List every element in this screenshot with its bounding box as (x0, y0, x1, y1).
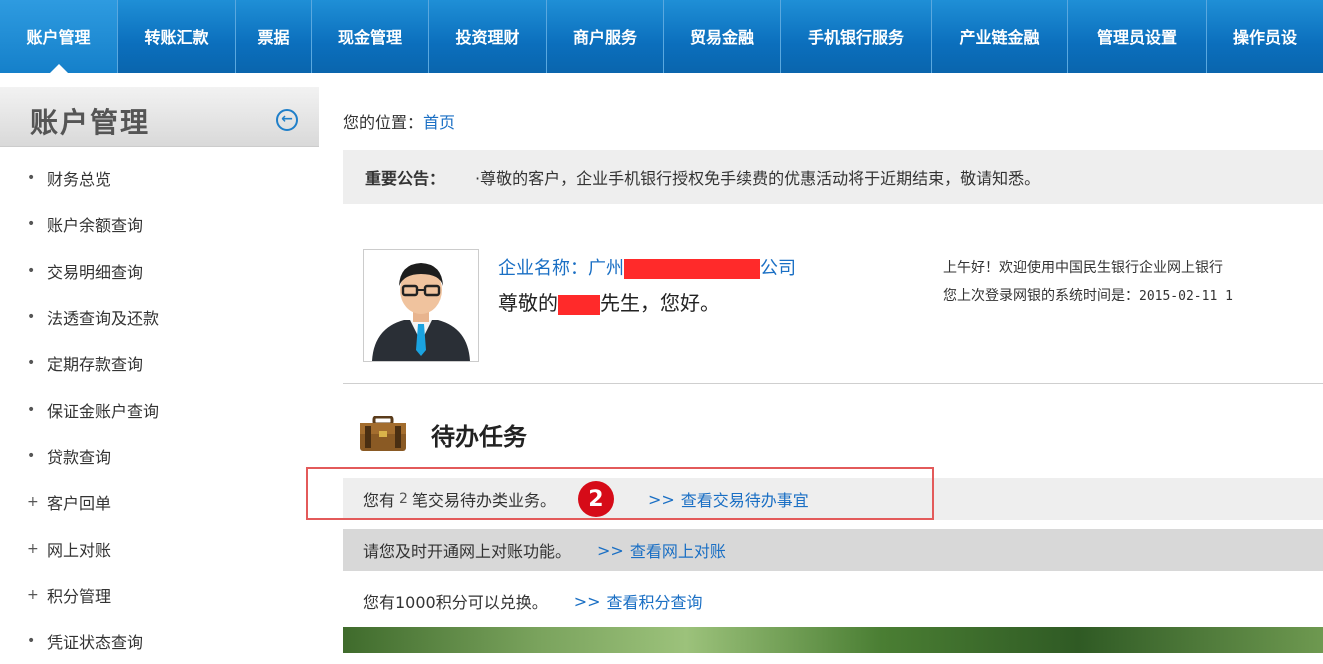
breadcrumb-home-link[interactable]: 首页 (423, 113, 455, 132)
bullet-icon: • (27, 309, 36, 326)
todo-text: 请您及时开通网上对账功能。 (363, 542, 572, 561)
tab-investment[interactable]: 投资理财 (429, 0, 547, 73)
bullet-icon: • (27, 355, 36, 372)
tab-label: 操作员设 (1232, 28, 1297, 47)
welcome-line: 上午好！欢迎使用中国民生银行企业网上银行 (943, 260, 1223, 276)
sidebar-item-points-management[interactable]: + 积分管理 (0, 572, 319, 618)
expand-icon: + (27, 540, 39, 557)
sidebar-item-finance-overview[interactable]: • 财务总览 (0, 155, 319, 201)
last-login-line: 您上次登录网银的系统时间是：2015-02-11 1 (943, 282, 1233, 311)
sidebar-item-label: 网上对账 (47, 540, 112, 560)
last-login-time: 2015-02-11 1 (1139, 289, 1233, 304)
expand-icon: + (27, 494, 39, 511)
tab-account-management[interactable]: 账户管理 (0, 0, 118, 73)
tab-mobile-banking[interactable]: 手机银行服务 (781, 0, 932, 73)
sidebar-item-loan-query[interactable]: • 贷款查询 (0, 433, 319, 479)
tab-label: 管理员设置 (1096, 28, 1177, 47)
sidebar-item-label: 客户回单 (47, 494, 112, 514)
tab-label: 票据 (257, 28, 290, 47)
tab-merchant-service[interactable]: 商户服务 (547, 0, 664, 73)
sidebar-title: 账户管理 (30, 106, 151, 139)
sidebar-item-label: 定期存款查询 (47, 355, 144, 375)
last-login-label: 您上次登录网银的系统时间是： (943, 288, 1139, 304)
announcement-text[interactable]: ·尊敬的客户，企业手机银行授权免手续费的优惠活动将于近期结束，敬请知悉。 (475, 165, 1040, 189)
todo-title: 待办任务 (431, 421, 527, 451)
todo-row-points: 您有1000积分可以兑换。 >> 查看积分查询 (343, 580, 1323, 622)
bullet-icon: • (27, 633, 36, 650)
sidebar-item-online-reconciliation[interactable]: + 网上对账 (0, 525, 319, 571)
sidebar-menu: • 财务总览 • 账户余额查询 • 交易明细查询 • 法透查询及还款 • 定期存款查询 •… (0, 155, 319, 664)
sidebar-item-fixed-deposit[interactable]: • 定期存款查询 (0, 340, 319, 386)
bullet-icon: • (27, 401, 36, 418)
view-reconciliation-link[interactable]: 查看网上对账 (630, 538, 726, 562)
announcement-label: 重要公告： (365, 169, 446, 188)
avatar (363, 249, 479, 362)
tab-label: 转账汇款 (144, 28, 209, 47)
annotation-highlight-box (306, 467, 934, 520)
sidebar-item-label: 积分管理 (47, 586, 112, 606)
bullet-icon: • (27, 216, 36, 233)
todo-row-reconciliation: 请您及时开通网上对账功能。 >> 查看网上对账 (343, 529, 1323, 571)
greeting-suffix: 先生，您好。 (600, 291, 720, 315)
sidebar-item-label: 保证金账户查询 (47, 401, 160, 421)
sidebar-item-overdraft[interactable]: • 法透查询及还款 (0, 294, 319, 340)
main-content: 您的位置：首页 重要公告： ·尊敬的客户，企业手机银行授权免手续费的优惠活动将于… (343, 73, 1323, 653)
greeting-prefix: 尊敬的 (498, 291, 558, 315)
expand-icon: + (27, 586, 39, 603)
tab-bills[interactable]: 票据 (236, 0, 312, 73)
redaction-mark (558, 294, 600, 315)
sidebar: 账户管理 ← • 财务总览 • 账户余额查询 • 交易明细查询 • 法透查询及还款 • 定… (0, 73, 319, 653)
businessman-avatar-icon (364, 250, 478, 361)
sidebar-item-label: 凭证状态查询 (47, 633, 144, 653)
sidebar-item-transaction-details[interactable]: • 交易明细查询 (0, 248, 319, 294)
tab-label: 现金管理 (337, 28, 402, 47)
sidebar-item-label: 财务总览 (47, 170, 112, 190)
breadcrumb-prefix: 您的位置： (343, 113, 424, 132)
sidebar-item-customer-receipt[interactable]: + 客户回单 (0, 479, 319, 525)
user-greeting: 尊敬的 先生，您好。 (498, 287, 720, 316)
sidebar-item-label: 法透查询及还款 (47, 309, 160, 329)
tab-label: 手机银行服务 (807, 28, 904, 47)
todo-text: 您有1000积分可以兑换。 (363, 593, 548, 612)
tab-admin-settings[interactable]: 管理员设置 (1068, 0, 1207, 73)
top-nav: 账户管理 转账汇款 票据 现金管理 投资理财 商户服务 贸易金融 手机银行服务 … (0, 0, 1323, 73)
sidebar-item-balance-query[interactable]: • 账户余额查询 (0, 201, 319, 247)
tab-trade-finance[interactable]: 贸易金融 (664, 0, 781, 73)
briefcase-icon (360, 416, 406, 451)
sidebar-item-margin-account[interactable]: • 保证金账户查询 (0, 386, 319, 432)
breadcrumb: 您的位置：首页 (343, 109, 455, 133)
tab-label: 商户服务 (572, 28, 637, 47)
tab-operator-settings[interactable]: 操作员设 (1207, 0, 1323, 73)
sidebar-item-label: 交易明细查询 (47, 262, 144, 282)
todo-header: 待办任务 (359, 416, 527, 452)
bullet-icon: • (27, 262, 36, 279)
bullet-icon: • (27, 170, 36, 187)
view-points-link[interactable]: 查看积分查询 (607, 589, 703, 613)
collapse-arrow-icon[interactable]: ← (276, 109, 298, 131)
company-name-prefix: 企业名称：广州 (498, 258, 624, 279)
tab-label: 贸易金融 (689, 28, 754, 47)
sidebar-item-label: 贷款查询 (47, 447, 112, 467)
double-chevron-icon: >> (573, 591, 601, 611)
tab-label: 产业链金融 (959, 28, 1040, 47)
company-name[interactable]: 企业名称：广州 公司 (498, 254, 796, 280)
double-chevron-icon: >> (597, 540, 624, 560)
profile-section: 企业名称：广州 公司 尊敬的 先生，您好。 上午好！欢迎使用中国民生银行企业网上银行… (343, 249, 1323, 384)
company-name-suffix: 公司 (760, 258, 796, 279)
tab-label: 投资理财 (455, 28, 520, 47)
divider (343, 383, 1323, 384)
sidebar-header: 账户管理 ← (0, 87, 319, 147)
sidebar-item-voucher-status[interactable]: • 凭证状态查询 (0, 618, 319, 664)
tab-transfer[interactable]: 转账汇款 (118, 0, 236, 73)
welcome-message: 上午好！欢迎使用中国民生银行企业网上银行 您上次登录网银的系统时间是：2015-… (943, 254, 1233, 311)
redaction-mark (624, 259, 760, 279)
sidebar-item-label: 账户余额查询 (47, 216, 144, 236)
announcement-bar: 重要公告： ·尊敬的客户，企业手机银行授权免手续费的优惠活动将于近期结束，敬请知… (343, 150, 1323, 204)
tab-cash-management[interactable]: 现金管理 (312, 0, 429, 73)
bullet-icon: • (27, 447, 36, 464)
tab-label: 账户管理 (26, 28, 91, 47)
tab-supply-chain-finance[interactable]: 产业链金融 (932, 0, 1068, 73)
promo-banner[interactable] (343, 627, 1323, 653)
